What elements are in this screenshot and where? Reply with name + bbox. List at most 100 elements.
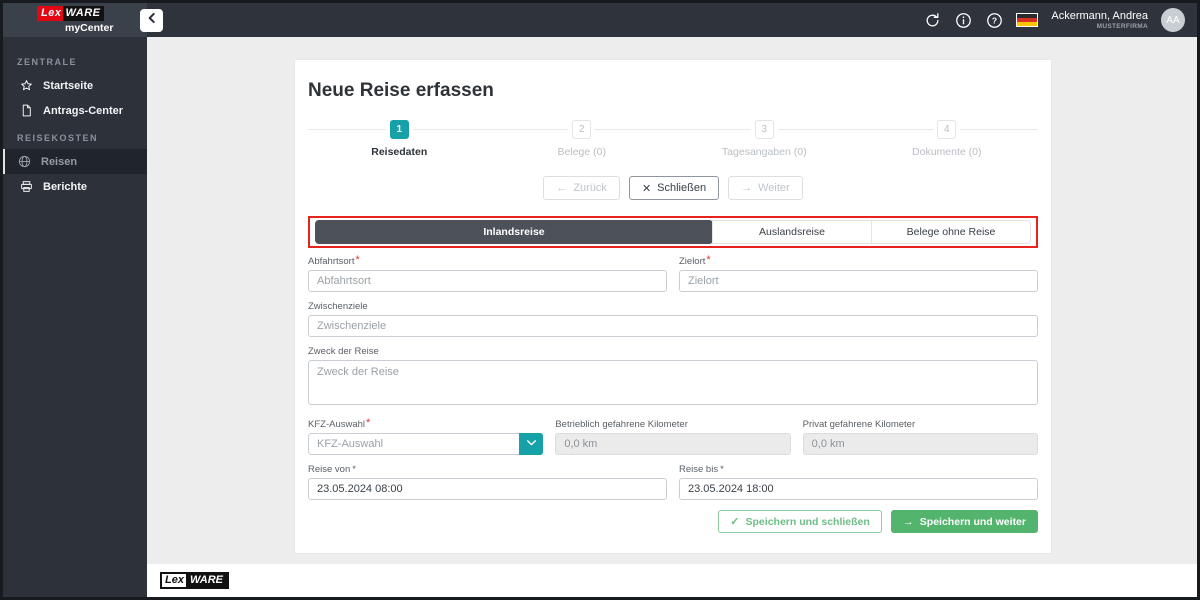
- step-belege[interactable]: 2 Belege (0): [491, 120, 674, 158]
- save-close-button[interactable]: ✓ Speichern und schließen: [718, 510, 882, 533]
- globe-icon: [17, 155, 31, 168]
- close-button[interactable]: ✕ Schließen: [628, 176, 720, 200]
- app-window: Lex WARE myCenter ? Ackermann, Andrea MU…: [0, 0, 1200, 600]
- user-name: Ackermann, Andrea: [1051, 9, 1148, 22]
- arrow-right-icon: →: [741, 182, 753, 194]
- footer-lexware-logo: Lex WARE: [160, 572, 229, 589]
- tab-auslandsreise[interactable]: Auslandsreise: [711, 221, 871, 243]
- avatar[interactable]: AA: [1161, 8, 1185, 32]
- svg-text:?: ?: [992, 15, 997, 25]
- kfz-select-input[interactable]: [308, 433, 544, 455]
- required-marker: *: [366, 417, 371, 429]
- language-flag-german[interactable]: [1016, 13, 1039, 27]
- required-marker: *: [352, 464, 356, 475]
- sidebar: ZENTRALE Startseite Antrags-Center REISE…: [3, 37, 147, 597]
- save-next-button[interactable]: → Speichern und weiter: [890, 510, 1038, 533]
- zielort-input[interactable]: [679, 270, 1038, 292]
- check-icon: ✓: [730, 516, 740, 528]
- abfahrtsort-input[interactable]: [308, 270, 667, 292]
- user-info[interactable]: Ackermann, Andrea MUSTERFIRMA: [1051, 10, 1148, 30]
- footer-logo-ware: WARE: [187, 572, 229, 589]
- sidebar-item-label: Reisen: [41, 155, 78, 168]
- zweck-textarea[interactable]: [308, 360, 1038, 405]
- save-next-label: Speichern und weiter: [919, 515, 1026, 528]
- sidebar-item-startseite[interactable]: Startseite: [3, 73, 147, 98]
- sidebar-section-reisekosten: REISEKOSTEN: [17, 133, 99, 143]
- content-area: Neue Reise erfassen 1 Reisedaten 2 Beleg…: [147, 37, 1197, 564]
- refresh-icon[interactable]: [923, 11, 941, 29]
- tab-inlandsreise[interactable]: Inlandsreise: [315, 220, 713, 244]
- chevron-down-icon: [525, 436, 538, 452]
- back-step-button[interactable]: ← Zurück: [543, 176, 620, 200]
- save-actions: ✓ Speichern und schließen → Speichern un…: [308, 510, 1038, 533]
- logo-mycenter: myCenter: [65, 22, 114, 34]
- reise-bis-input[interactable]: [679, 478, 1038, 500]
- zweck-label: Zweck der Reise: [308, 346, 379, 357]
- logo-ware: WARE: [63, 6, 105, 21]
- sidebar-item-antrags-center[interactable]: Antrags-Center: [3, 98, 147, 123]
- close-x-icon: ✕: [641, 182, 652, 195]
- privat-km-input: [802, 433, 1038, 455]
- abfahrtsort-label: Abfahrtsort*: [308, 254, 360, 268]
- page-footer: Lex WARE: [147, 564, 1197, 597]
- lexware-logo: Lex WARE: [37, 6, 147, 21]
- zielort-label: Zielort*: [679, 254, 711, 268]
- sidebar-section-zentrale: ZENTRALE: [17, 57, 77, 67]
- step-number[interactable]: 1: [389, 120, 409, 139]
- user-company: MUSTERFIRMA: [1096, 22, 1148, 30]
- back-button[interactable]: [140, 9, 163, 32]
- zwischenziele-input[interactable]: [308, 315, 1038, 337]
- reise-von-input[interactable]: [308, 478, 667, 500]
- step-tagesangaben[interactable]: 3 Tagesangaben (0): [673, 120, 856, 158]
- trip-form-card: Neue Reise erfassen 1 Reisedaten 2 Beleg…: [295, 60, 1051, 553]
- next-step-label: Weiter: [758, 182, 790, 194]
- betrieblich-km-label: Betrieblich gefahrene Kilometer: [555, 419, 688, 430]
- sidebar-item-berichte[interactable]: Berichte: [3, 174, 147, 199]
- brand-logo: Lex WARE myCenter: [3, 3, 147, 37]
- reise-bis-label: Reise bis *: [679, 464, 724, 475]
- required-marker: *: [706, 254, 711, 266]
- star-icon: [19, 79, 33, 92]
- tab-belege-ohne-reise[interactable]: Belege ohne Reise: [871, 221, 1030, 243]
- header-actions: ? Ackermann, Andrea MUSTERFIRMA AA: [923, 8, 1197, 32]
- back-step-label: Zurück: [573, 182, 607, 194]
- reise-von-label: Reise von *: [308, 464, 356, 475]
- required-marker: *: [720, 464, 724, 475]
- sidebar-item-label: Startseite: [43, 79, 94, 92]
- document-icon: [19, 104, 33, 117]
- help-icon[interactable]: ?: [985, 11, 1003, 29]
- save-close-label: Speichern und schließen: [745, 515, 870, 528]
- kfz-select: [308, 433, 544, 455]
- step-label: Dokumente (0): [912, 146, 982, 158]
- wizard-stepper: 1 Reisedaten 2 Belege (0) 3 Tagesangaben…: [308, 120, 1038, 158]
- footer-logo-lex: Lex: [160, 572, 188, 589]
- kfz-dropdown-button[interactable]: [519, 433, 544, 455]
- step-label: Tagesangaben (0): [721, 146, 807, 158]
- required-marker: *: [355, 254, 360, 266]
- chevron-left-icon: [145, 11, 159, 30]
- kfz-label: KFZ-Auswahl*: [308, 417, 371, 431]
- annotation-highlight-box: Inlandsreise Auslandsreise Belege ohne R…: [308, 216, 1038, 248]
- page-title: Neue Reise erfassen: [308, 80, 494, 101]
- step-dokumente[interactable]: 4 Dokumente (0): [856, 120, 1039, 158]
- betrieblich-km-input: [555, 433, 791, 455]
- sidebar-item-reisen[interactable]: Reisen: [3, 149, 147, 174]
- sidebar-item-label: Antrags-Center: [43, 104, 124, 117]
- info-icon[interactable]: [954, 11, 972, 29]
- arrow-left-icon: ←: [556, 182, 568, 194]
- step-number[interactable]: 3: [754, 120, 774, 139]
- logo-lex: Lex: [37, 6, 64, 21]
- zwischenziele-label: Zwischenziele: [308, 301, 368, 312]
- printer-icon: [19, 180, 33, 193]
- step-number[interactable]: 2: [572, 120, 592, 139]
- next-step-button[interactable]: → Weiter: [728, 176, 803, 200]
- step-number[interactable]: 4: [937, 120, 957, 139]
- sidebar-item-label: Berichte: [43, 180, 88, 193]
- step-reisedaten[interactable]: 1 Reisedaten: [308, 120, 491, 158]
- trip-type-tabs: Inlandsreise Auslandsreise Belege ohne R…: [315, 220, 1031, 244]
- arrow-right-icon: →: [902, 515, 914, 528]
- wizard-nav: ← Zurück ✕ Schließen → Weiter: [308, 176, 1038, 200]
- top-bar: Lex WARE myCenter ? Ackermann, Andrea MU…: [3, 3, 1197, 37]
- step-label: Belege (0): [557, 146, 606, 158]
- privat-km-label: Privat gefahrene Kilometer: [802, 419, 916, 430]
